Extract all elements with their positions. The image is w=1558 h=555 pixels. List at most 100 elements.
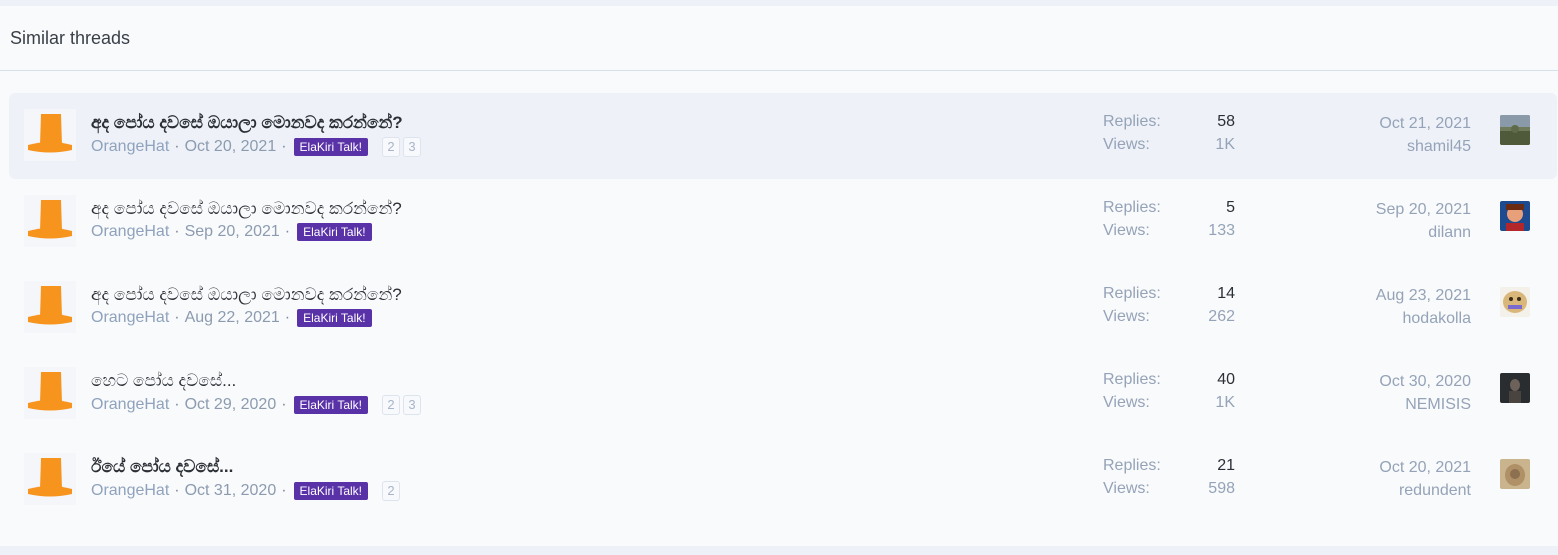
- orange-hat-avatar-icon[interactable]: [24, 109, 76, 161]
- meta-separator: ·: [284, 223, 291, 240]
- meta-separator: ·: [174, 138, 180, 155]
- thread-start-date[interactable]: Oct 31, 2020: [185, 482, 277, 500]
- page-jump-links: 23: [382, 137, 422, 157]
- thread-row[interactable]: අද පෝය දවසේ ඔයාලා මොනවද කරන්නේ? OrangeHa…: [9, 179, 1557, 265]
- landscape-avatar-icon[interactable]: [1500, 115, 1530, 145]
- page-jump-link[interactable]: 3: [403, 395, 422, 415]
- thread-row[interactable]: අද පෝය දවසේ ඔයාලා මොනවද කරන්නේ? OrangeHa…: [9, 265, 1557, 351]
- page-jump-links: 23: [382, 395, 422, 415]
- last-post-info: Sep 20, 2021 dilann: [1376, 198, 1471, 244]
- thread-stats: Replies: 21 Views: 598: [1103, 457, 1235, 503]
- forum-tag-link[interactable]: ElaKiri Talk!: [293, 482, 369, 500]
- thread-list: අද පෝය දවසේ ඔයාලා මොනවද කරන්නේ? OrangeHa…: [0, 71, 1558, 523]
- dark-figure-avatar-icon[interactable]: [1500, 373, 1530, 403]
- replies-count: 21: [1217, 457, 1235, 474]
- replies-label: Replies:: [1103, 457, 1161, 474]
- last-post-user-link[interactable]: shamil45: [1379, 135, 1471, 158]
- thread-meta: OrangeHat · Oct 29, 2020 · ElaKiri Talk!…: [91, 395, 422, 415]
- replies-count: 14: [1217, 285, 1235, 302]
- views-count: 133: [1208, 222, 1235, 239]
- beige-avatar-icon[interactable]: [1500, 459, 1530, 489]
- replies-label: Replies:: [1103, 285, 1161, 302]
- last-post-date-link[interactable]: Oct 21, 2021: [1379, 112, 1471, 135]
- page-footer-strip: [0, 546, 1558, 555]
- orange-hat-avatar-icon[interactable]: [24, 367, 76, 419]
- thread-start-date[interactable]: Aug 22, 2021: [185, 309, 280, 327]
- last-post-info: Oct 20, 2021 redundent: [1379, 456, 1471, 502]
- views-label: Views:: [1103, 394, 1150, 411]
- forum-tag-link[interactable]: ElaKiri Talk!: [297, 223, 372, 241]
- page-jump-link[interactable]: 2: [382, 395, 401, 415]
- thread-meta: OrangeHat · Aug 22, 2021 · ElaKiri Talk!: [91, 309, 386, 327]
- forum-tag-link[interactable]: ElaKiri Talk!: [293, 138, 369, 156]
- thread-author-link[interactable]: OrangeHat: [91, 138, 169, 156]
- orange-hat-avatar-icon[interactable]: [24, 281, 76, 333]
- last-post-user-link[interactable]: dilann: [1376, 221, 1471, 244]
- last-post-date-link[interactable]: Sep 20, 2021: [1376, 198, 1471, 221]
- views-count: 262: [1208, 308, 1235, 325]
- thread-title-link[interactable]: ඊයේ පෝය දවසේ...: [91, 457, 233, 477]
- views-label: Views:: [1103, 308, 1150, 325]
- thread-row[interactable]: හෙට පෝය දවසේ... OrangeHat · Oct 29, 2020…: [9, 351, 1557, 437]
- replies-label: Replies:: [1103, 113, 1161, 130]
- last-post-user-link[interactable]: hodakolla: [1376, 307, 1472, 330]
- meta-separator: ·: [281, 138, 287, 155]
- cartoon-avatar-icon[interactable]: [1500, 201, 1530, 231]
- replies-count: 58: [1217, 113, 1235, 130]
- face-avatar-icon[interactable]: [1500, 287, 1530, 317]
- block-title: Similar threads: [0, 6, 1558, 71]
- meta-separator: ·: [284, 309, 291, 326]
- thread-stats: Replies: 58 Views: 1K: [1103, 113, 1235, 159]
- thread-title-link[interactable]: අද පෝය දවසේ ඔයාලා මොනවද කරන්නේ?: [91, 199, 402, 219]
- page-jump-links: 2: [382, 481, 401, 501]
- thread-meta: OrangeHat · Sep 20, 2021 · ElaKiri Talk!: [91, 223, 386, 241]
- views-count: 1K: [1215, 136, 1235, 153]
- meta-separator: ·: [174, 396, 180, 413]
- replies-count: 40: [1217, 371, 1235, 388]
- last-post-date-link[interactable]: Oct 30, 2020: [1379, 370, 1471, 393]
- views-count: 1K: [1215, 394, 1235, 411]
- thread-start-date[interactable]: Oct 29, 2020: [185, 396, 277, 414]
- last-post-date-link[interactable]: Aug 23, 2021: [1376, 284, 1471, 307]
- thread-author-link[interactable]: OrangeHat: [91, 396, 169, 414]
- thread-title-link[interactable]: අද පෝය දවසේ ඔයාලා මොනවද කරන්නේ?: [91, 285, 402, 305]
- forum-tag-link[interactable]: ElaKiri Talk!: [293, 396, 369, 414]
- orange-hat-avatar-icon[interactable]: [24, 453, 76, 505]
- thread-meta: OrangeHat · Oct 31, 2020 · ElaKiri Talk!…: [91, 481, 401, 501]
- page-jump-link[interactable]: 2: [382, 137, 401, 157]
- views-label: Views:: [1103, 480, 1150, 497]
- last-post-info: Oct 30, 2020 NEMISIS: [1379, 370, 1471, 416]
- thread-meta: OrangeHat · Oct 20, 2021 · ElaKiri Talk!…: [91, 137, 422, 157]
- last-post-info: Aug 23, 2021 hodakolla: [1376, 284, 1471, 330]
- thread-author-link[interactable]: OrangeHat: [91, 309, 169, 327]
- thread-author-link[interactable]: OrangeHat: [91, 482, 169, 500]
- replies-label: Replies:: [1103, 371, 1161, 388]
- page-jump-link[interactable]: 2: [382, 481, 401, 501]
- thread-stats: Replies: 5 Views: 133: [1103, 199, 1235, 245]
- last-post-user-link[interactable]: redundent: [1379, 479, 1471, 502]
- meta-separator: ·: [174, 482, 180, 499]
- last-post-date-link[interactable]: Oct 20, 2021: [1379, 456, 1471, 479]
- thread-title-link[interactable]: හෙට පෝය දවසේ...: [91, 371, 236, 391]
- thread-stats: Replies: 40 Views: 1K: [1103, 371, 1235, 417]
- thread-row[interactable]: ඊයේ පෝය දවසේ... OrangeHat · Oct 31, 2020…: [9, 437, 1557, 523]
- page-jump-link[interactable]: 3: [403, 137, 422, 157]
- similar-threads-block: Similar threads අද පෝය දවසේ ඔයාලා මොනවද …: [0, 6, 1558, 546]
- views-label: Views:: [1103, 222, 1150, 239]
- thread-start-date[interactable]: Sep 20, 2021: [185, 223, 280, 241]
- last-post-user-link[interactable]: NEMISIS: [1379, 393, 1471, 416]
- forum-tag-link[interactable]: ElaKiri Talk!: [297, 309, 372, 327]
- thread-title-link[interactable]: අද පෝය දවසේ ඔයාලා මොනවද කරන්නේ?: [91, 113, 403, 133]
- orange-hat-avatar-icon[interactable]: [24, 195, 76, 247]
- thread-row[interactable]: අද පෝය දවසේ ඔයාලා මොනවද කරන්නේ? OrangeHa…: [9, 93, 1557, 179]
- replies-count: 5: [1226, 199, 1235, 216]
- thread-start-date[interactable]: Oct 20, 2021: [185, 138, 277, 156]
- meta-separator: ·: [281, 396, 287, 413]
- meta-separator: ·: [174, 223, 180, 240]
- views-count: 598: [1208, 480, 1235, 497]
- thread-author-link[interactable]: OrangeHat: [91, 223, 169, 241]
- last-post-info: Oct 21, 2021 shamil45: [1379, 112, 1471, 158]
- replies-label: Replies:: [1103, 199, 1161, 216]
- thread-stats: Replies: 14 Views: 262: [1103, 285, 1235, 331]
- views-label: Views:: [1103, 136, 1150, 153]
